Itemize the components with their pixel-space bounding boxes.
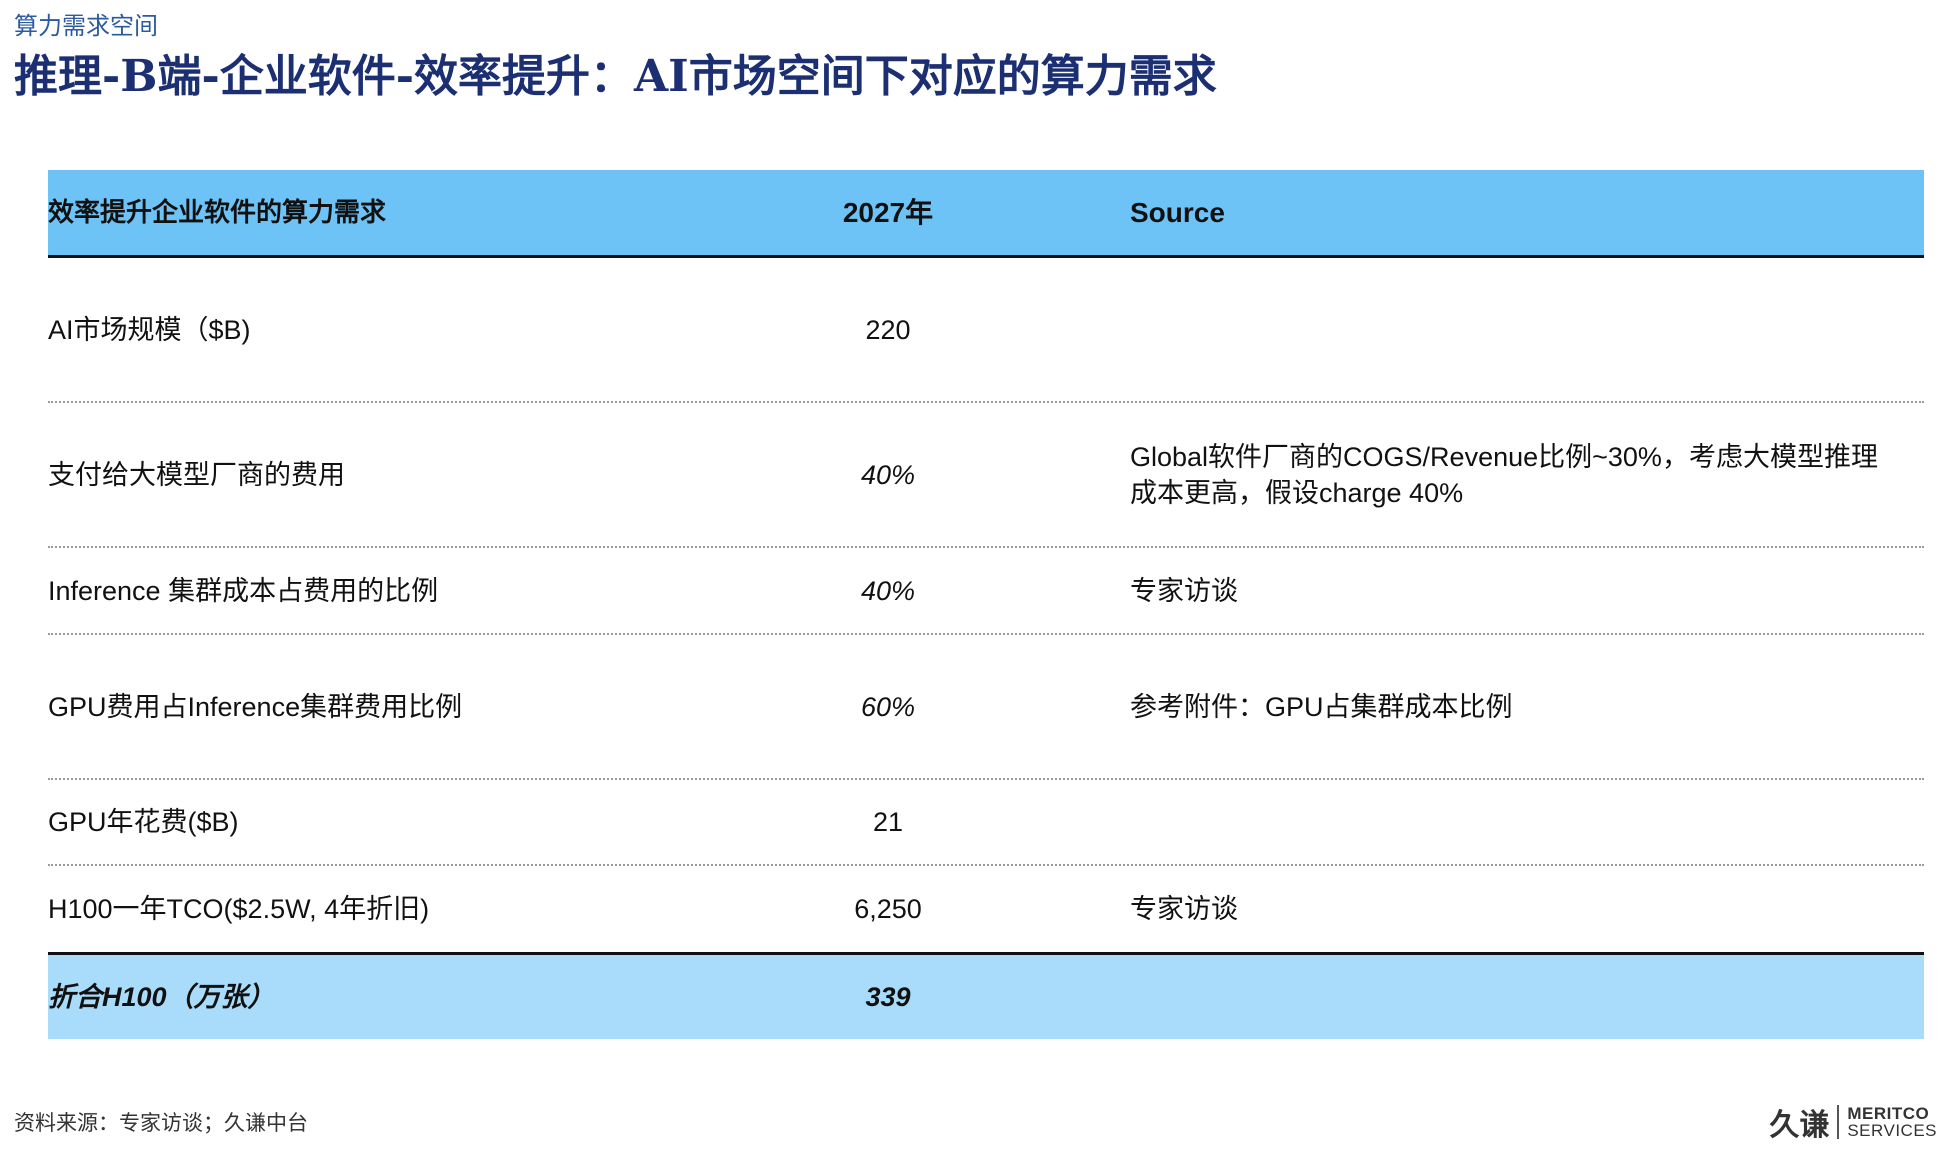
row-label: GPU费用占Inference集群费用比例 — [48, 691, 463, 722]
row-label: Inference 集群成本占费用的比例 — [48, 575, 439, 606]
table-row: GPU费用占Inference集群费用比例 60% 参考附件：GPU占集群成本比… — [48, 635, 1924, 780]
logo-line-2: SERVICES — [1847, 1121, 1937, 1140]
total-value: 339 — [865, 982, 911, 1012]
logo-line-1: MERITCO — [1847, 1104, 1930, 1123]
table-row: AI市场规模（$B) 220 — [48, 258, 1924, 403]
row-value: 40% — [860, 575, 916, 606]
row-label: H100一年TCO($2.5W, 4年折旧) — [48, 894, 430, 924]
logo-english-text: MERITCO SERVICES — [1847, 1105, 1937, 1139]
row-label: GPU年花费($B) — [48, 807, 239, 837]
logo-chinese-text: 久谦 — [1769, 1108, 1830, 1143]
row-label: AI市场规模（$B) — [48, 314, 251, 345]
meritco-logo: 久谦 MERITCO SERVICES — [1769, 1100, 1937, 1144]
table-row: GPU年花费($B) 21 — [48, 780, 1924, 866]
footer-source-note: 资料来源：专家访谈；久谦中台 — [14, 1111, 308, 1135]
logo-divider — [1837, 1105, 1840, 1139]
row-source: 参考附件：GPU占集群成本比例 — [1130, 691, 1513, 722]
row-source: 专家访谈 — [1130, 894, 1238, 924]
header-year: 2027年 — [842, 196, 934, 228]
page-title: 推理-B端-企业软件-效率提升：AI市场空间下对应的算力需求 — [14, 51, 1217, 102]
row-value: 40% — [860, 459, 916, 490]
table-header-row: 效率提升企业软件的算力需求 2027年 Source — [48, 170, 1924, 258]
row-value: 21 — [872, 807, 904, 837]
table-total-row: 折合H100（万张） 339 — [48, 952, 1924, 1039]
compute-demand-table: 效率提升企业软件的算力需求 2027年 Source AI市场规模（$B) 22… — [48, 170, 1924, 1039]
row-source: Global软件厂商的COGS/Revenue比例~30%，考虑大模型推理成本更… — [1130, 441, 1878, 508]
row-source: 专家访谈 — [1130, 575, 1238, 606]
header-source: Source — [1130, 196, 1225, 228]
row-label: 支付给大模型厂商的费用 — [48, 459, 345, 490]
total-label: 折合H100（万张） — [48, 982, 275, 1012]
table-row: Inference 集群成本占费用的比例 40% 专家访谈 — [48, 548, 1924, 635]
row-value: 60% — [860, 691, 916, 722]
row-value: 220 — [865, 314, 911, 345]
row-value: 6,250 — [854, 894, 922, 924]
header-metric: 效率提升企业软件的算力需求 — [48, 197, 387, 228]
section-label: 算力需求空间 — [14, 12, 158, 40]
table-row: H100一年TCO($2.5W, 4年折旧) 6,250 专家访谈 — [48, 866, 1924, 952]
table-row: 支付给大模型厂商的费用 40% Global软件厂商的COGS/Revenue比… — [48, 403, 1924, 548]
